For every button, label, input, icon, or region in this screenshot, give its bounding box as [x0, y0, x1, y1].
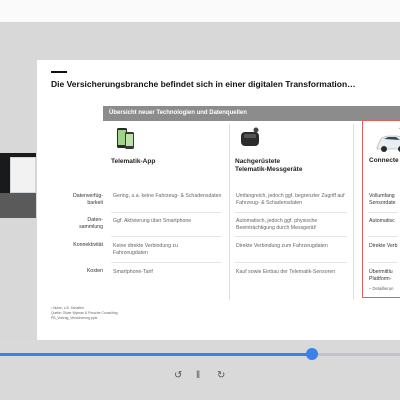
row-label-line: Daten-	[87, 217, 103, 223]
title-accent-line	[51, 71, 67, 73]
column-telematik-app: Telematik-App	[111, 122, 223, 166]
rewind-icon[interactable]: ↺	[174, 371, 182, 381]
video-player-bar	[0, 340, 400, 400]
thumbnail-screen	[10, 157, 36, 193]
cell-telematik-app-kosten: Smartphone-Tarif	[113, 269, 153, 275]
row-label-datensammlung: Daten- sammlung	[51, 217, 103, 231]
row-label-konnektivitaet: Konnektivität	[51, 242, 103, 249]
cell-connected-datensammlung: Automatisc	[369, 218, 395, 224]
cell-connected-kosten-sub: – Detaillierun	[369, 286, 394, 291]
car-icon	[376, 127, 400, 152]
cell-connected-konnektivitaet: Direkte Verb	[369, 243, 398, 249]
row-label-line: Konnektivität	[73, 242, 103, 248]
row-divider	[235, 236, 347, 237]
presenter-thumbnail	[0, 153, 36, 218]
cell-messgeraete-kosten: Kauf sowie Einbau der Telematik-Sensoren	[236, 269, 336, 275]
row-divider	[368, 212, 398, 213]
cell-telematik-app-datensammlung: Ggf. Aktivierung über Smartphone	[113, 218, 192, 224]
cell-telematik-app-konnektivitaet: Keine direkte Verbindung zu Fahrzeugdate…	[113, 243, 178, 256]
row-divider	[111, 262, 221, 263]
column-nachgeruestete-messgeraete: Nachgerüstete Telematik-Messgeräte	[235, 122, 347, 174]
cell-messgeraete-datensammlung: Automatisch, jedoch ggf. physische Beein…	[236, 218, 318, 231]
table-header: Übersicht neuer Technologien und Datenqu…	[103, 106, 400, 121]
cell-connected-kosten: Übermittlu Plattform-	[369, 269, 393, 282]
row-label-line: Datenverfüg-	[73, 193, 103, 199]
cell-connected-datenverfuegbarkeit: Vollumfang Sensordate	[369, 193, 396, 206]
column-separator	[353, 124, 354, 300]
row-divider	[235, 262, 347, 263]
seek-handle[interactable]	[306, 348, 318, 360]
thumbnail-desk	[0, 193, 36, 218]
top-band	[0, 0, 400, 22]
row-label-line: Kosten	[86, 268, 103, 274]
column-title-line2: Telematik-Messgeräte	[235, 166, 303, 173]
row-divider	[111, 236, 221, 237]
column-separator	[229, 124, 230, 300]
cell-messgeraete-datenverfuegbarkeit: Umfangreich, jedoch ggf. begrenzter Zugr…	[236, 193, 345, 206]
cell-telematik-app-datenverfuegbarkeit: Gering, u.a. keine Fahrzeug- & Schadensd…	[113, 193, 222, 199]
forward-icon[interactable]: ↻	[217, 371, 225, 381]
pause-icon[interactable]: ‖	[196, 371, 200, 381]
telematik-device-icon	[241, 127, 259, 146]
row-divider	[368, 262, 398, 263]
slide-title: Die Versicherungsbranche befindet sich i…	[51, 79, 356, 89]
column-title: Telematik-App	[111, 158, 156, 165]
presentation-slide: Die Versicherungsbranche befindet sich i…	[37, 60, 400, 340]
row-divider	[235, 212, 347, 213]
row-divider	[368, 236, 398, 237]
row-divider	[111, 212, 221, 213]
smartphone-icon	[117, 128, 134, 149]
row-label-line: sammlung	[79, 224, 103, 230]
column-title-line1: Nachgerüstete	[235, 158, 281, 165]
row-label-kosten: Kosten	[51, 268, 103, 275]
footnote-file: PB_Vortrag_Versicherung.pptx	[51, 316, 98, 320]
seek-progress	[0, 353, 312, 356]
row-label-line: barkeit	[87, 200, 103, 206]
column-title: Connecte	[369, 157, 399, 164]
cell-messgeraete-konnektivitaet: Direkte Verbindung zum Fahrzeugdaten	[236, 243, 328, 249]
row-label-datenverfuegbarkeit: Datenverfüg- barkeit	[51, 193, 103, 207]
